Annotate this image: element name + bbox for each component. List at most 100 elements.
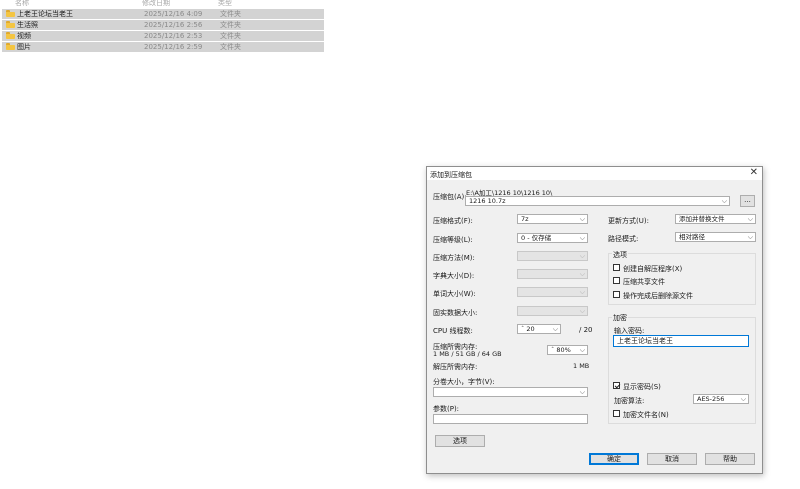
- mem-decompress-value: 1 MB: [573, 362, 590, 370]
- column-type[interactable]: 类型: [218, 0, 232, 8]
- close-icon[interactable]: ✕: [750, 168, 758, 178]
- archive-label: 压缩包(A):: [433, 193, 467, 201]
- column-name[interactable]: 名称: [15, 0, 29, 8]
- cpu-total: / 20: [579, 326, 593, 334]
- file-name: 上老王论坛当老王: [17, 10, 73, 18]
- archive-name-value: 1216 10.7z: [469, 197, 506, 205]
- delete-after-label[interactable]: 操作完成后删除源文件: [623, 291, 693, 301]
- ok-button[interactable]: 确定: [589, 453, 639, 465]
- cpu-select[interactable]: ˆ 20 ⌵: [517, 324, 561, 334]
- file-date: 2025/12/16 2:59: [144, 43, 203, 51]
- file-row[interactable]: 生活照 2025/12/16 2:56 文件夹: [2, 20, 324, 30]
- level-value: 0 - 仅存储: [521, 234, 552, 242]
- algo-value: AES-256: [697, 395, 725, 403]
- format-select[interactable]: 7z ⌵: [517, 214, 588, 224]
- add-to-archive-dialog: 添加到压缩包 ✕ 压缩包(A): E:\A加工\1216 10\1216 10\…: [426, 166, 763, 474]
- dict-label: 字典大小(D):: [433, 272, 475, 280]
- chevron-down-icon: ⌵: [747, 215, 753, 223]
- split-label: 分卷大小，字节(V):: [433, 378, 495, 386]
- pathmode-select[interactable]: 相对路径 ⌵: [675, 232, 756, 242]
- column-header: 名称 修改日期 类型: [0, 0, 325, 8]
- file-row[interactable]: 图片 2025/12/16 2:59 文件夹: [2, 42, 324, 52]
- chevron-down-icon: ⌵: [579, 252, 585, 260]
- options-button[interactable]: 选项: [435, 435, 485, 447]
- mem-percent-value: 80%: [556, 346, 571, 354]
- show-password-label[interactable]: 显示密码(S): [623, 382, 661, 392]
- format-label: 压缩格式(F):: [433, 217, 473, 225]
- delete-after-checkbox[interactable]: [613, 291, 620, 298]
- chevron-down-icon: ⌵: [579, 270, 585, 278]
- folder-icon: [6, 32, 15, 39]
- file-type: 文件夹: [220, 32, 241, 40]
- mem-compress-detail: 1 MB / 51 GB / 64 GB: [433, 350, 502, 358]
- file-row[interactable]: 上老王论坛当老王 2025/12/16 4:09 文件夹: [2, 9, 324, 19]
- file-name: 图片: [17, 43, 31, 51]
- file-row[interactable]: 视频 2025/12/16 2:53 文件夹: [2, 31, 324, 41]
- cpu-label: CPU 线程数:: [433, 327, 473, 335]
- chevron-down-icon: ⌵: [579, 288, 585, 296]
- dialog-title: 添加到压缩包: [430, 171, 472, 179]
- chevron-down-icon: ⌵: [552, 325, 558, 333]
- method-label: 压缩方法(M):: [433, 254, 475, 262]
- chevron-down-icon: ⌵: [579, 388, 585, 396]
- chevron-down-icon: ⌵: [747, 233, 753, 241]
- method-select: ⌵: [517, 251, 588, 261]
- algo-label: 加密算法:: [614, 397, 645, 405]
- update-label: 更新方式(U):: [608, 217, 649, 225]
- solid-label: 固实数据大小:: [433, 309, 478, 317]
- help-button[interactable]: 帮助: [705, 453, 755, 465]
- word-select: ⌵: [517, 287, 588, 297]
- level-label: 压缩等级(L):: [433, 236, 473, 244]
- file-date: 2025/12/16 2:56: [144, 21, 203, 29]
- folder-icon: [6, 10, 15, 17]
- shared-files-checkbox[interactable]: [613, 277, 620, 284]
- mem-decompress-label: 解压所需内存:: [433, 363, 478, 371]
- file-date: 2025/12/16 4:09: [144, 10, 203, 18]
- file-explorer-list: 名称 修改日期 类型 上老王论坛当老王 2025/12/16 4:09 文件夹 …: [0, 0, 325, 56]
- password-input[interactable]: 上老王论坛当老王: [613, 335, 749, 347]
- password-value: 上老王论坛当老王: [617, 337, 673, 345]
- encryption-group-title: 加密: [612, 313, 628, 323]
- dialog-titlebar[interactable]: 添加到压缩包 ✕: [427, 167, 762, 180]
- sfx-checkbox[interactable]: [613, 264, 620, 271]
- file-date: 2025/12/16 2:53: [144, 32, 203, 40]
- level-select[interactable]: 0 - 仅存储 ⌵: [517, 233, 588, 243]
- archive-name-combo[interactable]: 1216 10.7z ⌵: [465, 196, 730, 206]
- update-select[interactable]: 添加并替换文件 ⌵: [675, 214, 756, 224]
- sfx-label[interactable]: 创建自解压程序(X): [623, 264, 682, 274]
- algo-select[interactable]: AES-256 ⌵: [693, 394, 749, 404]
- pathmode-label: 路径模式:: [608, 235, 639, 243]
- folder-icon: [6, 43, 15, 50]
- params-input[interactable]: [433, 414, 588, 424]
- cpu-value: 20: [526, 325, 535, 333]
- file-type: 文件夹: [220, 21, 241, 29]
- file-type: 文件夹: [220, 10, 241, 18]
- mem-percent-select[interactable]: ˆ 80% ⌵: [547, 345, 588, 355]
- word-label: 单词大小(W):: [433, 290, 476, 298]
- options-group-title: 选项: [612, 250, 628, 260]
- file-type: 文件夹: [220, 43, 241, 51]
- browse-button[interactable]: ...: [740, 195, 755, 207]
- chevron-down-icon: ⌵: [721, 197, 727, 205]
- format-value: 7z: [521, 215, 529, 223]
- file-name: 视频: [17, 32, 31, 40]
- solid-select: ⌵: [517, 306, 588, 316]
- column-date[interactable]: 修改日期: [142, 0, 170, 8]
- update-value: 添加并替换文件: [679, 215, 725, 223]
- chevron-down-icon: ⌵: [579, 346, 585, 354]
- params-label: 参数(P):: [433, 405, 460, 413]
- folder-icon: [6, 21, 15, 28]
- encrypt-names-checkbox[interactable]: [613, 410, 620, 417]
- chevron-down-icon: ⌵: [579, 234, 585, 242]
- shared-files-label[interactable]: 压缩共享文件: [623, 277, 665, 287]
- file-name: 生活照: [17, 21, 38, 29]
- show-password-checkbox[interactable]: [613, 382, 620, 389]
- cancel-button[interactable]: 取消: [647, 453, 697, 465]
- chevron-down-icon: ⌵: [740, 395, 746, 403]
- chevron-down-icon: ⌵: [579, 215, 585, 223]
- split-combo[interactable]: ⌵: [433, 387, 588, 397]
- encrypt-names-label[interactable]: 加密文件名(N): [623, 410, 669, 420]
- chevron-down-icon: ⌵: [579, 307, 585, 315]
- pathmode-value: 相对路径: [679, 233, 705, 241]
- dict-select: ⌵: [517, 269, 588, 279]
